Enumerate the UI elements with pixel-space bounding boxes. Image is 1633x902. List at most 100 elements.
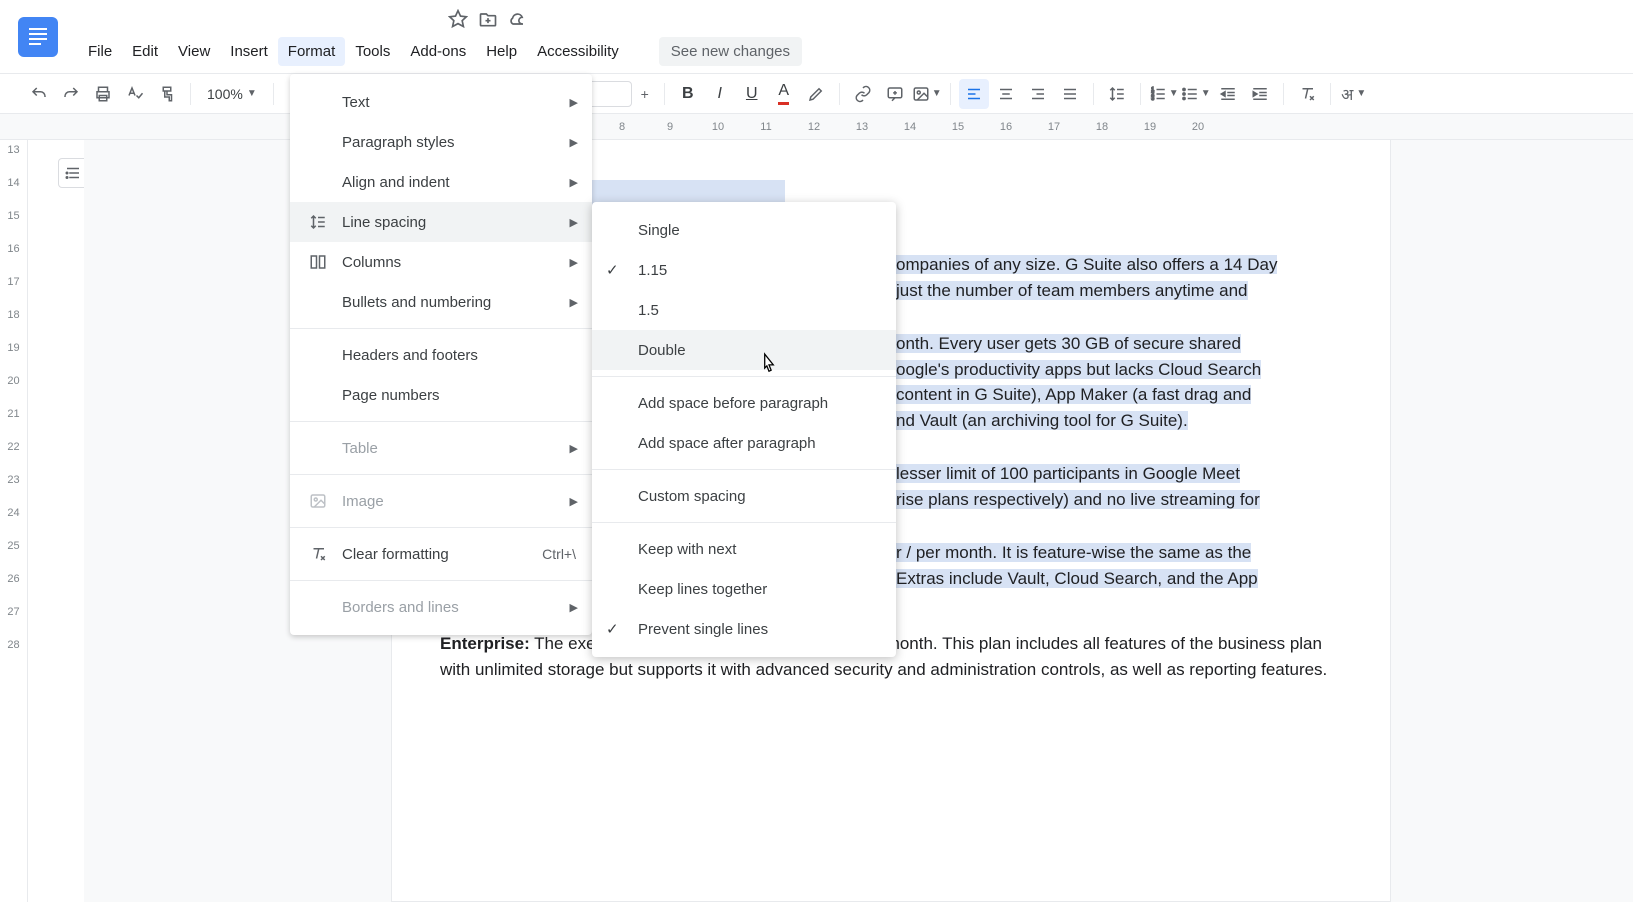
clear-formatting-button[interactable] xyxy=(1292,79,1322,109)
ruler-mark: 16 xyxy=(982,121,1030,133)
menu-help[interactable]: Help xyxy=(476,37,527,66)
insert-image-button[interactable]: ▼ xyxy=(912,79,942,109)
ruler-mark: 22 xyxy=(0,441,27,474)
format-text[interactable]: Text▶ xyxy=(290,82,592,122)
print-button[interactable] xyxy=(88,79,118,109)
ruler-mark: 17 xyxy=(1030,121,1078,133)
add-space-after[interactable]: Add space after paragraph xyxy=(592,423,896,463)
format-headers-footers[interactable]: Headers and footers xyxy=(290,335,592,375)
columns-icon xyxy=(306,253,330,271)
spacing-1-15[interactable]: ✓1.15 xyxy=(592,250,896,290)
ruler-mark: 19 xyxy=(1126,121,1174,133)
underline-button[interactable]: U xyxy=(737,79,767,109)
menu-file[interactable]: File xyxy=(78,37,122,66)
see-new-changes[interactable]: See new changes xyxy=(659,37,802,66)
ruler-mark: 14 xyxy=(886,121,934,133)
align-center-button[interactable] xyxy=(991,79,1021,109)
menu-view[interactable]: View xyxy=(168,37,220,66)
menu-addons[interactable]: Add-ons xyxy=(400,37,476,66)
ruler-mark: 10 xyxy=(694,121,742,133)
redo-button[interactable] xyxy=(56,79,86,109)
body-text: ompanies of any size. G Suite also offer… xyxy=(896,255,1277,274)
format-image: Image▶ xyxy=(290,481,592,521)
menu-edit[interactable]: Edit xyxy=(122,37,168,66)
highlight-color-button[interactable] xyxy=(801,79,831,109)
ruler-mark: 15 xyxy=(934,121,982,133)
ruler-mark: 18 xyxy=(1078,121,1126,133)
ruler-mark: 20 xyxy=(1174,121,1222,133)
svg-text:3: 3 xyxy=(1151,96,1154,102)
format-table: Table▶ xyxy=(290,428,592,468)
keep-lines-together[interactable]: Keep lines together xyxy=(592,569,896,609)
title-actions xyxy=(448,4,802,34)
ruler-mark: 23 xyxy=(0,474,27,507)
body-text: r / per month. It is feature-wise the sa… xyxy=(896,543,1251,562)
ruler-mark: 9 xyxy=(646,121,694,133)
spacing-double[interactable]: Double xyxy=(592,330,896,370)
line-spacing-icon xyxy=(306,213,330,231)
format-align-indent[interactable]: Align and indent▶ xyxy=(290,162,592,202)
clear-formatting-icon xyxy=(306,545,330,563)
body-text: content in G Suite), App Maker (a fast d… xyxy=(896,385,1251,404)
menu-format[interactable]: Format xyxy=(278,37,346,66)
input-tools-button[interactable]: अ▼ xyxy=(1339,79,1369,109)
italic-button[interactable]: I xyxy=(705,79,735,109)
ruler-mark: 14 xyxy=(0,177,27,210)
bulleted-list-button[interactable]: ▼ xyxy=(1181,79,1211,109)
format-clear-formatting[interactable]: Clear formattingCtrl+\ xyxy=(290,534,592,574)
format-line-spacing[interactable]: Line spacing▶ xyxy=(290,202,592,242)
horizontal-ruler: 4567891011121314151617181920 xyxy=(0,114,1633,140)
align-right-button[interactable] xyxy=(1023,79,1053,109)
ruler-mark: 24 xyxy=(0,507,27,540)
align-justify-button[interactable] xyxy=(1055,79,1085,109)
ruler-mark: 19 xyxy=(0,342,27,375)
align-left-button[interactable] xyxy=(959,79,989,109)
format-columns[interactable]: Columns▶ xyxy=(290,242,592,282)
ruler-mark: 8 xyxy=(598,121,646,133)
cloud-status-icon[interactable] xyxy=(508,9,528,29)
increase-indent-button[interactable] xyxy=(1245,79,1275,109)
spellcheck-button[interactable] xyxy=(120,79,150,109)
custom-spacing[interactable]: Custom spacing xyxy=(592,476,896,516)
line-spacing-submenu: Single ✓1.15 1.5 Double Add space before… xyxy=(592,202,896,657)
text-color-button[interactable]: A xyxy=(769,79,799,109)
numbered-list-button[interactable]: 123▼ xyxy=(1149,79,1179,109)
format-page-numbers[interactable]: Page numbers xyxy=(290,375,592,415)
keep-with-next[interactable]: Keep with next xyxy=(592,529,896,569)
move-folder-icon[interactable] xyxy=(478,9,498,29)
spacing-1-5[interactable]: 1.5 xyxy=(592,290,896,330)
prevent-single-lines[interactable]: ✓Prevent single lines xyxy=(592,609,896,649)
toolbar: 100%▼ − + B I U A ▼ 123▼ ▼ अ▼ xyxy=(0,74,1633,114)
decrease-indent-button[interactable] xyxy=(1213,79,1243,109)
outline-toggle[interactable] xyxy=(28,140,84,902)
format-dropdown: Text▶ Paragraph styles▶ Align and indent… xyxy=(290,74,592,635)
undo-button[interactable] xyxy=(24,79,54,109)
body-text: nd Vault (an archiving tool for G Suite)… xyxy=(896,411,1188,430)
format-bullets-numbering[interactable]: Bullets and numbering▶ xyxy=(290,282,592,322)
app-header: File Edit View Insert Format Tools Add-o… xyxy=(0,0,1633,74)
docs-logo[interactable] xyxy=(18,17,58,57)
insert-link-button[interactable] xyxy=(848,79,878,109)
ruler-mark: 27 xyxy=(0,606,27,639)
star-icon[interactable] xyxy=(448,9,468,29)
body-text: just the number of team members anytime … xyxy=(896,281,1248,300)
menu-tools[interactable]: Tools xyxy=(345,37,400,66)
line-spacing-button[interactable] xyxy=(1102,79,1132,109)
body-text: Extras include Vault, Cloud Search, and … xyxy=(896,569,1258,588)
menu-insert[interactable]: Insert xyxy=(220,37,278,66)
font-size-input[interactable] xyxy=(588,81,632,107)
ruler-mark: 11 xyxy=(742,121,790,133)
ruler-mark: 15 xyxy=(0,210,27,243)
ruler-mark: 16 xyxy=(0,243,27,276)
add-comment-button[interactable] xyxy=(880,79,910,109)
menu-accessibility[interactable]: Accessibility xyxy=(527,37,629,66)
font-size-increase[interactable]: + xyxy=(634,81,656,107)
body-text: onth. Every user gets 30 GB of secure sh… xyxy=(896,334,1241,353)
zoom-select[interactable]: 100%▼ xyxy=(199,86,265,102)
bold-button[interactable]: B xyxy=(673,79,703,109)
add-space-before[interactable]: Add space before paragraph xyxy=(592,383,896,423)
paint-format-button[interactable] xyxy=(152,79,182,109)
spacing-single[interactable]: Single xyxy=(592,210,896,250)
format-paragraph-styles[interactable]: Paragraph styles▶ xyxy=(290,122,592,162)
ruler-mark: 21 xyxy=(0,408,27,441)
